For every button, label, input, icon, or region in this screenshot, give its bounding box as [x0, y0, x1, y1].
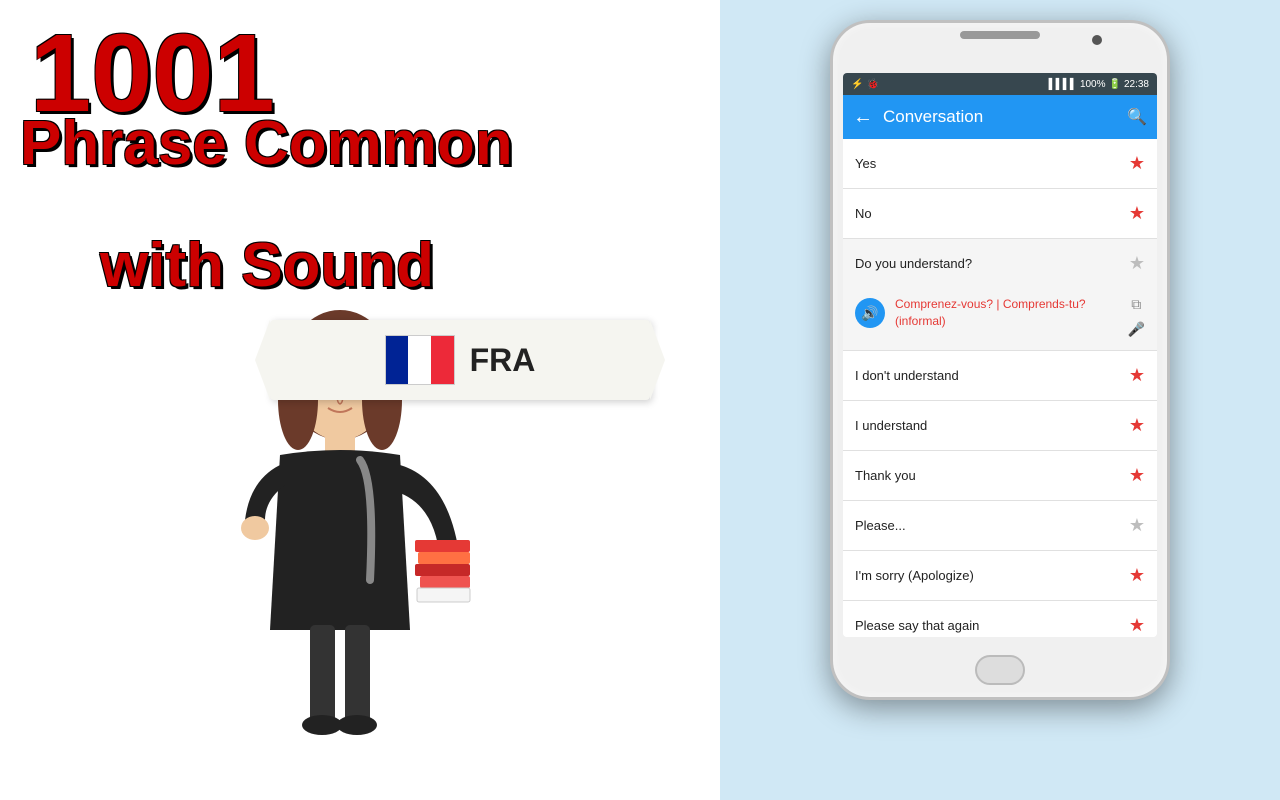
status-icons-right: ▌▌▌▌ 100% 🔋 22:38: [1049, 79, 1149, 90]
phrase-row-9[interactable]: Please say that again ★: [843, 601, 1157, 637]
home-button[interactable]: [975, 655, 1025, 685]
phone-camera: [1092, 35, 1102, 45]
action-icons-3: ⧉ 🎤: [1128, 296, 1145, 338]
star-icon-2[interactable]: ★: [1129, 203, 1145, 224]
phrase-text-8: I'm sorry (Apologize): [855, 568, 974, 583]
phrase-item-3[interactable]: Do you understand? ★ 🔊 Comprenez-vous? | Co…: [843, 239, 1157, 351]
phrase-row-5[interactable]: I understand ★: [843, 401, 1157, 450]
star-icon-5[interactable]: ★: [1129, 415, 1145, 436]
phrase-text-6: Thank you: [855, 468, 916, 483]
bug-icon: 🐞: [866, 79, 878, 90]
phrase-row-6[interactable]: Thank you ★: [843, 451, 1157, 500]
copy-icon[interactable]: ⧉: [1131, 296, 1141, 313]
flag-blue: [386, 336, 409, 384]
mic-icon[interactable]: 🎤: [1128, 321, 1145, 338]
star-icon-6[interactable]: ★: [1129, 465, 1145, 486]
translation-row-3: 🔊 Comprenez-vous? | Comprends-tu? (inform…: [843, 288, 1157, 350]
phrase-item-7[interactable]: Please... ★: [843, 501, 1157, 551]
signal-icon: ▌▌▌▌: [1049, 79, 1077, 90]
phone-wrapper: ⚡ 🐞 ▌▌▌▌ 100% 🔋 22:38 ← Conversation 🔍: [830, 20, 1170, 700]
status-icons-left: ⚡ 🐞: [851, 79, 879, 90]
flag-red: [431, 336, 454, 384]
phrase-row-4[interactable]: I don't understand ★: [843, 351, 1157, 400]
phrase-text-7: Please...: [855, 518, 906, 533]
phrase-text-2: No: [855, 206, 872, 221]
speaker-button-3[interactable]: 🔊: [855, 298, 885, 328]
star-icon-1[interactable]: ★: [1129, 153, 1145, 174]
phone-top-bar: [960, 31, 1040, 39]
phone-screen: ⚡ 🐞 ▌▌▌▌ 100% 🔋 22:38 ← Conversation 🔍: [843, 73, 1157, 637]
left-section: 1001 Phrase Common with Sound FRA: [0, 0, 720, 800]
flag-ribbon: FRA: [270, 320, 650, 400]
flag-white: [408, 336, 431, 384]
star-icon-9[interactable]: ★: [1129, 615, 1145, 636]
french-flag: [385, 335, 455, 385]
country-code: FRA: [470, 342, 536, 379]
translation-text-3: Comprenez-vous? | Comprends-tu? (informa…: [895, 296, 1118, 330]
app-header: ← Conversation 🔍: [843, 95, 1157, 139]
phrase-item-2[interactable]: No ★: [843, 189, 1157, 239]
phrase-text-1: Yes: [855, 156, 876, 171]
phrase-item-9[interactable]: Please say that again ★: [843, 601, 1157, 637]
title-with-sound: with Sound: [100, 230, 434, 301]
star-icon-8[interactable]: ★: [1129, 565, 1145, 586]
search-icon[interactable]: 🔍: [1127, 107, 1147, 127]
title-phrase: Phrase Common: [20, 110, 513, 178]
phrase-row-2[interactable]: No ★: [843, 189, 1157, 238]
battery-text: 100%: [1080, 79, 1106, 90]
phrase-item-1[interactable]: Yes ★: [843, 139, 1157, 189]
back-button[interactable]: ←: [853, 106, 873, 129]
battery-icon: 🔋: [1109, 79, 1121, 90]
phrase-text-4: I don't understand: [855, 368, 959, 383]
app-title: Conversation: [883, 107, 1117, 127]
status-bar: ⚡ 🐞 ▌▌▌▌ 100% 🔋 22:38: [843, 73, 1157, 95]
speaker-icon: 🔊: [861, 305, 878, 322]
phrase-item-8[interactable]: I'm sorry (Apologize) ★: [843, 551, 1157, 601]
right-section: ⚡ 🐞 ▌▌▌▌ 100% 🔋 22:38 ← Conversation 🔍: [720, 0, 1280, 800]
phrase-row-3[interactable]: Do you understand? ★: [843, 239, 1157, 288]
star-icon-3[interactable]: ★: [1129, 253, 1145, 274]
phone-device: ⚡ 🐞 ▌▌▌▌ 100% 🔋 22:38 ← Conversation 🔍: [830, 20, 1170, 700]
phrase-text-3: Do you understand?: [855, 256, 972, 271]
usb-icon: ⚡: [851, 79, 863, 90]
star-icon-4[interactable]: ★: [1129, 365, 1145, 386]
phrase-row-1[interactable]: Yes ★: [843, 139, 1157, 188]
star-icon-7[interactable]: ★: [1129, 515, 1145, 536]
time-text: 22:38: [1124, 79, 1149, 90]
phrase-item-4[interactable]: I don't understand ★: [843, 351, 1157, 401]
phrase-item-5[interactable]: I understand ★: [843, 401, 1157, 451]
phrase-row-8[interactable]: I'm sorry (Apologize) ★: [843, 551, 1157, 600]
phrase-list[interactable]: Yes ★ No ★ Do you understand? ★ 🔊 Comprenez-vou…: [843, 139, 1157, 637]
phrase-row-7[interactable]: Please... ★: [843, 501, 1157, 550]
phrase-text-9: Please say that again: [855, 618, 979, 633]
phrase-text-5: I understand: [855, 418, 927, 433]
phrase-item-6[interactable]: Thank you ★: [843, 451, 1157, 501]
